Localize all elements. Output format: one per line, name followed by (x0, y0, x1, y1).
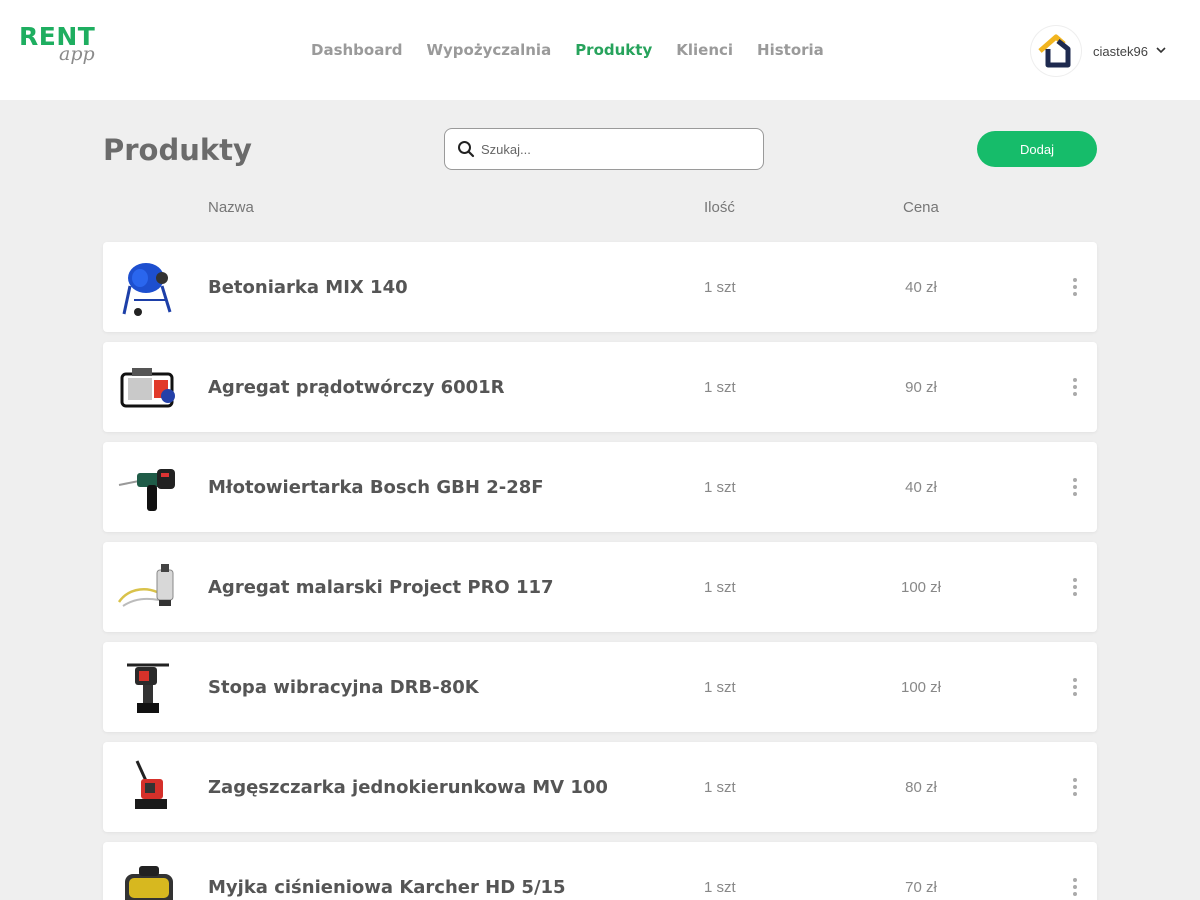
page-title: Produkty (103, 133, 252, 167)
more-options-icon[interactable] (1063, 675, 1087, 699)
product-price: 40 zł (905, 479, 937, 496)
nav-item-clients[interactable]: Klienci (676, 38, 733, 62)
more-options-icon[interactable] (1063, 775, 1087, 799)
concrete-mixer-icon (117, 256, 179, 318)
more-options-icon[interactable] (1063, 575, 1087, 599)
product-name[interactable]: Betoniarka MIX 140 (208, 276, 408, 300)
product-name[interactable]: Zagęszczarka jednokierunkowa MV 100 (208, 776, 608, 800)
more-options-icon[interactable] (1063, 275, 1087, 299)
search-input[interactable] (481, 141, 741, 157)
logo-subtext: app (59, 43, 95, 65)
more-options-icon[interactable] (1063, 375, 1087, 399)
product-quantity: 1 szt (704, 779, 736, 796)
product-name[interactable]: Agregat malarski Project PRO 117 (208, 576, 554, 600)
product-row[interactable]: Młotowiertarka Bosch GBH 2-28F 1 szt 40 … (103, 442, 1097, 532)
product-price: 100 zł (900, 579, 942, 596)
nav-item-dashboard[interactable]: Dashboard (311, 38, 402, 62)
column-header-quantity: Ilość (704, 199, 735, 216)
nav-item-products[interactable]: Produkty (575, 38, 652, 62)
product-price: 90 zł (905, 379, 937, 396)
nav-item-history[interactable]: Historia (757, 38, 824, 62)
product-price: 70 zł (905, 879, 937, 896)
main-nav: Dashboard Wypożyczalnia Produkty Klienci… (311, 38, 824, 62)
product-row[interactable]: Agregat prądotwórczy 6001R 1 szt 90 zł (103, 342, 1097, 432)
product-quantity: 1 szt (704, 579, 736, 596)
column-header-price: Cena (903, 199, 939, 216)
product-quantity: 1 szt (704, 479, 736, 496)
product-row[interactable]: Stopa wibracyjna DRB-80K 1 szt 100 zł (103, 642, 1097, 732)
product-row[interactable]: Myjka ciśnieniowa Karcher HD 5/15 1 szt … (103, 842, 1097, 900)
search-box[interactable] (444, 128, 764, 170)
pressure-washer-icon (117, 856, 179, 900)
house-logo-icon (1038, 34, 1071, 68)
product-name[interactable]: Myjka ciśnieniowa Karcher HD 5/15 (208, 876, 566, 900)
product-price: 40 zł (905, 279, 937, 296)
column-header-name: Nazwa (208, 199, 254, 216)
paint-sprayer-icon (117, 556, 179, 618)
chevron-down-icon[interactable] (1156, 45, 1166, 57)
product-quantity: 1 szt (704, 679, 736, 696)
add-button[interactable]: Dodaj (977, 131, 1097, 167)
plate-compactor-icon (117, 756, 179, 818)
product-quantity: 1 szt (704, 379, 736, 396)
product-row[interactable]: Betoniarka MIX 140 1 szt 40 zł (103, 242, 1097, 332)
search-icon (458, 141, 475, 158)
product-name[interactable]: Stopa wibracyjna DRB-80K (208, 676, 479, 700)
product-name[interactable]: Agregat prądotwórczy 6001R (208, 376, 505, 400)
product-name[interactable]: Młotowiertarka Bosch GBH 2-28F (208, 476, 544, 500)
product-list: Betoniarka MIX 140 1 szt 40 zł Agregat p… (103, 242, 1097, 900)
more-options-icon[interactable] (1063, 475, 1087, 499)
top-header: RENT app Dashboard Wypożyczalnia Produkt… (0, 0, 1200, 100)
product-row[interactable]: Zagęszczarka jednokierunkowa MV 100 1 sz… (103, 742, 1097, 832)
avatar[interactable] (1031, 26, 1081, 76)
user-menu[interactable]: ciastek96 (1031, 26, 1166, 76)
product-price: 100 zł (900, 679, 942, 696)
product-row[interactable]: Agregat malarski Project PRO 117 1 szt 1… (103, 542, 1097, 632)
product-price: 80 zł (905, 779, 937, 796)
product-quantity: 1 szt (704, 879, 736, 896)
tamping-rammer-icon (117, 656, 179, 718)
nav-item-rental[interactable]: Wypożyczalnia (426, 38, 551, 62)
app-logo[interactable]: RENT app (19, 24, 109, 68)
username[interactable]: ciastek96 (1093, 44, 1148, 59)
hammer-drill-icon (117, 456, 179, 518)
more-options-icon[interactable] (1063, 875, 1087, 899)
generator-icon (117, 356, 179, 418)
product-quantity: 1 szt (704, 279, 736, 296)
